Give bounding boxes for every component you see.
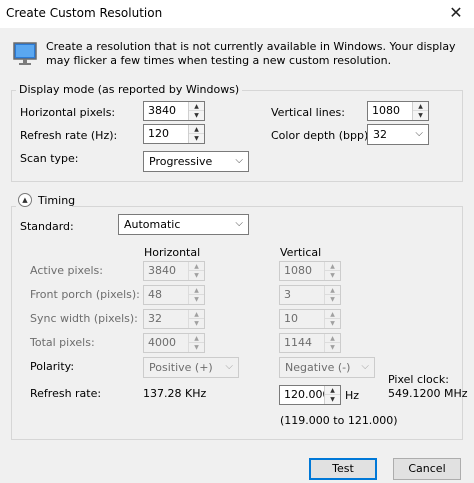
- spin-up-icon: ▲: [325, 286, 340, 295]
- active-pixels-h-value: 3840: [148, 264, 176, 277]
- front-porch-label: Front porch (pixels):: [30, 288, 140, 301]
- total-pixels-h-spinner: 4000 ▲ ▼: [143, 333, 205, 353]
- polarity-h-select: Positive (+) ⌵: [143, 357, 239, 378]
- spin-down-icon[interactable]: ▼: [325, 395, 340, 404]
- refresh-rate-label: Refresh rate (Hz):: [20, 129, 118, 142]
- spin-down-icon[interactable]: ▼: [189, 134, 204, 143]
- sync-width-v-value: 10: [284, 312, 298, 325]
- info-text: Create a resolution that is not currentl…: [46, 40, 456, 67]
- sync-width-label: Sync width (pixels):: [30, 312, 138, 325]
- chevron-down-icon: ⌵: [225, 361, 233, 372]
- chevron-down-icon: ⌵: [415, 128, 423, 139]
- pixel-clock-label: Pixel clock:: [388, 373, 449, 386]
- timing-group-label: Timing: [38, 194, 76, 207]
- polarity-h-value: Positive (+): [149, 361, 213, 374]
- spin-up-icon: ▲: [325, 262, 340, 271]
- spin-up-icon[interactable]: ▲: [189, 125, 204, 134]
- close-icon[interactable]: ✕: [438, 0, 474, 28]
- active-pixels-label: Active pixels:: [30, 264, 103, 277]
- spin-down-icon[interactable]: ▼: [413, 111, 428, 120]
- color-depth-value: 32: [373, 128, 387, 141]
- scan-type-value: Progressive: [149, 155, 213, 168]
- horizontal-pixels-label: Horizontal pixels:: [20, 106, 116, 119]
- polarity-v-value: Negative (-): [285, 361, 351, 374]
- spin-up-icon: ▲: [189, 262, 204, 271]
- polarity-v-select: Negative (-) ⌵: [279, 357, 375, 378]
- timing-refresh-rate-label: Refresh rate:: [30, 387, 102, 400]
- spin-up-icon: ▲: [189, 334, 204, 343]
- scan-type-label: Scan type:: [20, 152, 79, 165]
- spin-up-icon: ▲: [189, 286, 204, 295]
- total-pixels-h-value: 4000: [148, 336, 176, 349]
- spin-down-icon: ▼: [194, 320, 199, 327]
- spin-down-icon: ▼: [330, 296, 335, 303]
- test-button[interactable]: Test: [309, 458, 377, 480]
- vertical-lines-label: Vertical lines:: [271, 106, 345, 119]
- front-porch-v-value: 3: [284, 288, 291, 301]
- collapse-icon[interactable]: ▲: [18, 193, 32, 207]
- spin-up-icon: ▲: [325, 310, 340, 319]
- polarity-label: Polarity:: [30, 360, 75, 373]
- front-porch-h-spinner: 48 ▲ ▼: [143, 285, 205, 305]
- sync-width-h-value: 32: [148, 312, 162, 325]
- total-pixels-v-value: 1144: [284, 336, 312, 349]
- sync-width-v-spinner: 10 ▲ ▼: [279, 309, 341, 329]
- timing-refresh-rate-range: (119.000 to 121.000): [280, 414, 398, 427]
- spin-down-icon: ▼: [194, 344, 199, 351]
- active-pixels-v-spinner: 1080 ▲ ▼: [279, 261, 341, 281]
- pixel-clock-value: 549.1200 MHz: [388, 387, 468, 400]
- cancel-button[interactable]: Cancel: [393, 458, 461, 480]
- active-pixels-v-value: 1080: [284, 264, 312, 277]
- spin-up-icon: ▲: [325, 334, 340, 343]
- vertical-lines-spinner[interactable]: 1080 ▲ ▼: [367, 101, 429, 121]
- timing-refresh-rate-v-value[interactable]: 120.000: [284, 388, 330, 401]
- spin-down-icon[interactable]: ▼: [189, 111, 204, 120]
- monitor-icon: [12, 41, 40, 67]
- display-mode-group-label: Display mode (as reported by Windows): [16, 83, 243, 96]
- refresh-rate-spinner[interactable]: 120 ▲ ▼: [143, 124, 205, 144]
- chevron-down-icon: ⌵: [361, 361, 369, 372]
- chevron-down-icon: ⌵: [235, 218, 243, 229]
- chevron-down-icon: ⌵: [235, 155, 243, 166]
- vertical-lines-value[interactable]: 1080: [372, 104, 400, 117]
- spin-down-icon: ▼: [330, 320, 335, 327]
- front-porch-h-value: 48: [148, 288, 162, 301]
- window-title: Create Custom Resolution: [6, 6, 163, 20]
- standard-value: Automatic: [124, 218, 181, 231]
- spin-up-icon[interactable]: ▲: [325, 386, 340, 395]
- column-horizontal-header: Horizontal: [144, 246, 201, 259]
- color-depth-label: Color depth (bpp):: [271, 129, 372, 142]
- total-pixels-v-spinner: 1144 ▲ ▼: [279, 333, 341, 353]
- horizontal-pixels-spinner[interactable]: 3840 ▲ ▼: [143, 101, 205, 121]
- active-pixels-h-spinner: 3840 ▲ ▼: [143, 261, 205, 281]
- timing-refresh-rate-unit: Hz: [345, 389, 360, 402]
- spin-down-icon: ▼: [330, 344, 335, 351]
- color-depth-select[interactable]: 32 ⌵: [367, 124, 429, 145]
- spin-down-icon: ▼: [194, 296, 199, 303]
- refresh-rate-value[interactable]: 120: [148, 127, 169, 140]
- spin-down-icon: ▼: [330, 272, 335, 279]
- spin-up-icon: ▲: [189, 310, 204, 319]
- column-vertical-header: Vertical: [280, 246, 322, 259]
- total-pixels-label: Total pixels:: [30, 336, 95, 349]
- horizontal-pixels-value[interactable]: 3840: [148, 104, 176, 117]
- timing-refresh-rate-v-spinner[interactable]: 120.000 ▲ ▼: [279, 385, 341, 405]
- spin-up-icon[interactable]: ▲: [413, 102, 428, 111]
- spin-down-icon: ▼: [194, 272, 199, 279]
- standard-label: Standard:: [20, 220, 74, 233]
- scan-type-select[interactable]: Progressive ⌵: [143, 151, 249, 172]
- standard-select[interactable]: Automatic ⌵: [118, 214, 249, 235]
- timing-refresh-rate-h-value: 137.28 KHz: [143, 387, 207, 400]
- spin-up-icon[interactable]: ▲: [189, 102, 204, 111]
- sync-width-h-spinner: 32 ▲ ▼: [143, 309, 205, 329]
- front-porch-v-spinner: 3 ▲ ▼: [279, 285, 341, 305]
